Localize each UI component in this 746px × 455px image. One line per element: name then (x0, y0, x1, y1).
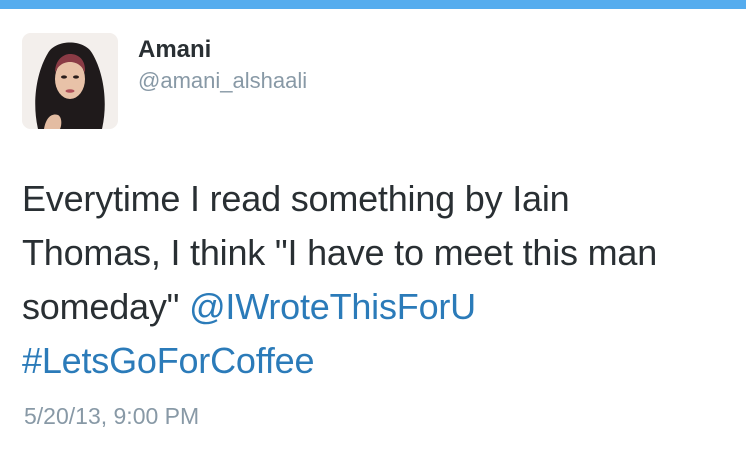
tweet-text-line-1: Everytime I read something by Iain (22, 178, 570, 219)
author-display-name[interactable]: Amani (138, 36, 211, 64)
tweet-text-line-2: Thomas, I think "I have to meet this man (22, 232, 658, 273)
author-screen-name[interactable]: @amani_alshaali (138, 67, 307, 95)
profile-photo-icon (22, 33, 118, 129)
tweet-timestamp[interactable]: 5/20/13, 9:00 PM (24, 402, 199, 430)
tweet-detail-view: Amani @amani_alshaali Everytime I read s… (0, 0, 746, 455)
tweet-text-fragment: someday" (22, 286, 190, 327)
tweet-text: Everytime I read something by Iain Thoma… (22, 172, 732, 388)
hashtag-link[interactable]: #LetsGoForCoffee (22, 340, 315, 381)
tweet-text-line-3: someday" @IWroteThisForU (22, 280, 732, 334)
avatar[interactable] (22, 33, 118, 129)
tweet-text-line-4: #LetsGoForCoffee (22, 334, 732, 388)
top-accent-bar (0, 0, 746, 9)
mention-link[interactable]: @IWroteThisForU (189, 286, 476, 327)
